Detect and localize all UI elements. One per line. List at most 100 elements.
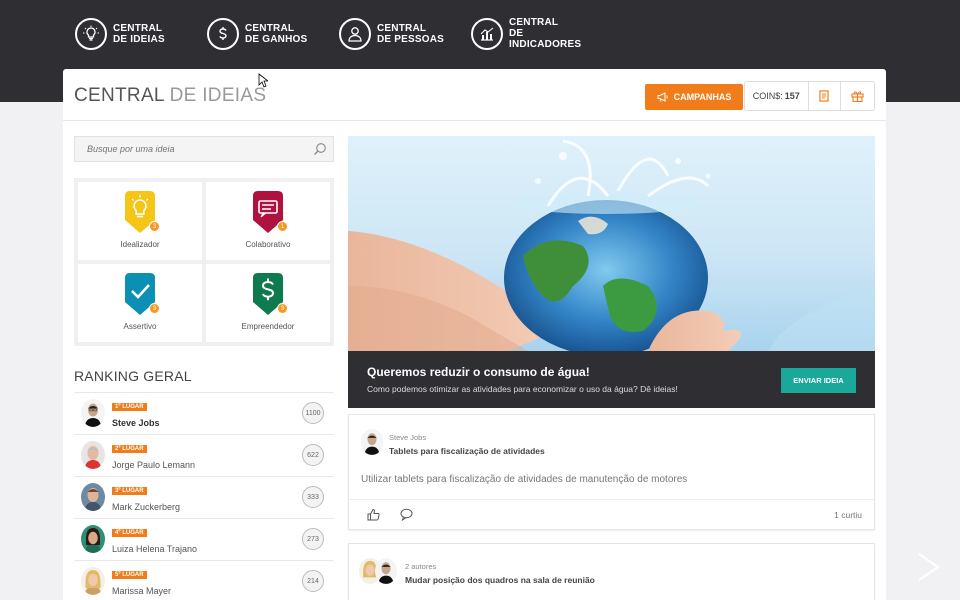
search-input[interactable] [75,137,303,161]
coins-label: COIN$: [752,91,783,101]
nav-label-line2: DE INDICADORES [509,28,582,50]
campaign-banner-caption: Queremos reduzir o consumo de água! Como… [348,351,875,408]
ranking-name[interactable]: Mark Zuckerberg [112,502,180,512]
place-badge: 4º LUGAR [112,529,147,537]
nav-label-line1: CENTRAL [113,22,163,34]
dollar-icon [207,17,239,50]
main-card: CENTRAL DE IDEIAS CAMPANHAS COIN$:157 3 … [63,69,886,600]
place-badge: 3º LUGAR [112,487,147,495]
mouse-cursor-icon [258,73,268,88]
ranking-row[interactable]: 3º LUGAR Mark Zuckerberg 333 [74,476,334,518]
avatar [81,525,105,553]
post-body: Utilizar tablets para fiscalização de at… [361,474,688,485]
post-title[interactable]: Tablets para fiscalização de atividades [389,446,545,456]
post-title[interactable]: Mudar posição dos quadros na sala de reu… [405,575,595,585]
ranking-title: RANKING GERAL [74,368,192,384]
place-badge: 2º LUGAR [112,445,147,453]
ranking-row[interactable]: 2º LUGAR Jorge Paulo Lemann 622 [74,434,334,476]
badge-count: 3 [277,303,288,314]
badge-name: Assertivo [123,322,157,331]
ranking-score: 1100 [302,402,324,424]
ranking-name[interactable]: Steve Jobs [112,418,160,428]
search-box [74,136,334,162]
avatar [361,429,383,455]
badge-name: Empreendedor [241,322,295,331]
ranking-score: 273 [302,528,324,550]
statement-button[interactable] [809,82,842,110]
megaphone-icon [657,92,668,102]
badge-name: Idealizador [120,240,160,249]
place-badge: 1º LUGAR [112,403,147,411]
ranking-name[interactable]: Luiza Helena Trajano [112,544,197,554]
avatar [81,567,105,595]
post-author[interactable]: Steve Jobs [389,433,426,442]
campaign-subtitle: Como podemos otimizar as atividades para… [367,384,678,394]
nav-label-line1: CENTRAL [509,17,559,28]
nav-label-line1: CENTRAL [377,22,427,34]
place-badge: 5º LUGAR [112,571,147,579]
nav-label-line2: DE GANHOS [245,33,308,45]
ranking-row[interactable]: 1º LUGAR Steve Jobs 1100 [74,392,334,434]
page-header: CENTRAL DE IDEIAS CAMPANHAS COIN$: 157 [63,69,886,121]
avatar [375,558,397,584]
ranking-score: 622 [302,444,324,466]
nav-label-line1: CENTRAL [245,22,295,34]
like-icon[interactable] [367,508,380,521]
page-title-main: CENTRAL [74,85,165,106]
document-icon [819,90,829,102]
chevron-right-icon[interactable] [916,552,942,582]
badge-assertivo[interactable]: 3 Assertivo [78,264,202,342]
lightbulb-icon: 3 [123,190,160,234]
gift-button[interactable] [841,82,874,110]
gift-icon [851,91,864,102]
coins-value: 157 [784,91,800,101]
nav-label-line2: DE PESSOAS [377,33,445,45]
nav-central-indicadores[interactable]: CENTRAL DE INDICADORES [471,17,582,50]
badge-idealizador[interactable]: 3 Idealizador [78,182,202,260]
nav-central-pessoas[interactable]: CENTRAL DE PESSOAS [339,17,447,50]
campaign-title: Queremos reduzir o consumo de água! [367,365,590,379]
chart-icon [471,17,503,50]
badge-colaborativo[interactable]: 1 Colaborativo [206,182,330,260]
check-icon: 3 [123,272,160,316]
post-author[interactable]: 2 autores [405,562,436,571]
idea-post: 2 autores Mudar posição dos quadros na s… [348,543,875,600]
badges-grid: 3 Idealizador 1 Colaborativo 3 Assertivo… [74,178,334,346]
campaigns-button[interactable]: CAMPANHAS [645,84,743,110]
ranking-name[interactable]: Jorge Paulo Lemann [112,460,195,470]
dollar-icon: 3 [251,272,288,316]
send-idea-button[interactable]: ENVIAR IDEIA [781,368,856,393]
person-icon [339,17,371,50]
ranking-score: 333 [302,486,324,508]
nav-central-ganhos[interactable]: CENTRAL DE GANHOS [207,17,315,50]
avatar [81,483,105,511]
search-icon[interactable] [313,142,327,156]
campaign-banner-image [348,136,875,351]
likes-count: 1 curtiu [834,510,862,520]
post-footer: 1 curtiu [349,499,874,529]
ranking-row[interactable]: 4º LUGAR Luiza Helena Trajano 273 [74,518,334,560]
campaigns-label: CAMPANHAS [673,92,732,102]
comment-icon[interactable] [400,508,413,521]
avatar [81,399,105,427]
ranking-list: 1º LUGAR Steve Jobs 1100 2º LUGAR Jorge … [74,392,334,600]
badge-count: 3 [149,221,160,232]
avatar [81,441,105,469]
ranking-score: 214 [302,570,324,592]
lightbulb-icon [75,17,107,50]
coin-box: COIN$: 157 [744,81,875,111]
badge-count: 1 [277,221,288,232]
main-nav: CENTRAL DE IDEIAS CENTRAL DE GANHOS CENTRA… [75,17,603,50]
nav-label-line2: DE IDEIAS [113,33,165,45]
badge-count: 3 [149,303,160,314]
nav-central-ideias[interactable]: CENTRAL DE IDEIAS [75,17,183,50]
ranking-row[interactable]: 5º LUGAR Marissa Mayer 214 [74,560,334,600]
badge-name: Colaborativo [245,240,291,249]
badge-empreendedor[interactable]: 3 Empreendedor [206,264,330,342]
page-title: CENTRAL DE IDEIAS [74,85,266,107]
coins-display: COIN$: 157 [745,82,809,110]
idea-post: Steve Jobs Tablets para fiscalização de … [348,414,875,530]
chat-icon: 1 [251,190,288,234]
page-title-light: DE IDEIAS [164,85,267,106]
ranking-name[interactable]: Marissa Mayer [112,586,171,596]
